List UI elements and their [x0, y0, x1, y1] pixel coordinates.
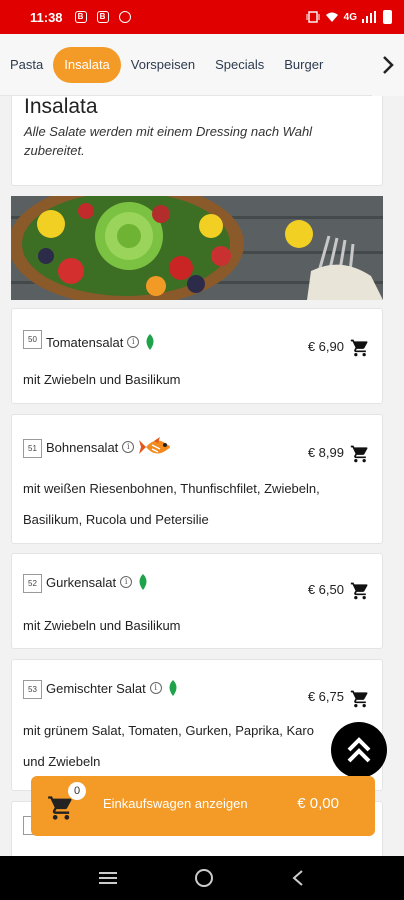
cart-total: € 0,00 [297, 795, 339, 812]
leaf-icon [139, 574, 147, 590]
item-description-line-2: Basilikum, Rucola und Petersilie [23, 512, 209, 527]
status-time: 11:38 [30, 9, 63, 25]
tab-vorspeisen[interactable]: Vorspeisen [121, 49, 205, 80]
item-description-line-1: mit grünem Salat, Tomaten, Gurken, Papri… [23, 723, 314, 738]
item-description-line-2: und Zwiebeln [23, 754, 101, 769]
back-icon[interactable] [290, 869, 306, 887]
notification-icon: B [96, 11, 109, 23]
item-name: Gurkensalat [46, 574, 117, 590]
chevron-right-icon [383, 56, 394, 74]
item-price: € 8,99 [307, 445, 344, 460]
menu-item-53[interactable]: 53 Gemischter Salat i € 6,75 mit grünem … [11, 659, 383, 791]
item-price: € 6,75 [307, 689, 344, 704]
item-price: € 6,90 [307, 339, 344, 354]
salad-illustration [11, 196, 383, 300]
menu-item-50[interactable]: 50 Tomatensalat i € 6,90 mit Zwiebeln un… [11, 308, 383, 404]
signal-icon [362, 11, 376, 23]
tab-pasta[interactable]: Pasta [0, 49, 53, 80]
item-price: € 6,50 [307, 582, 344, 597]
tabs-scroll-right-button[interactable] [372, 34, 404, 96]
item-name: Bohnensalat [46, 439, 119, 455]
item-description: mit Zwiebeln und Basilikum [23, 372, 181, 387]
salad-banner-image [11, 196, 383, 300]
item-number: 53 [23, 680, 42, 699]
info-icon[interactable]: i [127, 336, 140, 348]
item-number: 52 [23, 574, 42, 593]
leaf-icon [146, 334, 154, 350]
info-icon[interactable]: i [149, 682, 162, 694]
double-chevron-up-icon [347, 737, 371, 763]
cart-count-badge: 0 [68, 782, 86, 800]
info-icon[interactable]: i [122, 441, 135, 453]
vibrate-icon [306, 11, 320, 23]
item-name-row: Tomatensalat i [46, 333, 157, 351]
scroll-to-top-button[interactable] [331, 722, 387, 778]
wifi-icon [325, 12, 338, 22]
item-name: Tomatensalat [46, 334, 124, 350]
cart-label: Einkaufswagen anzeigen [103, 796, 248, 811]
menu-item-52[interactable]: 52 Gurkensalat i € 6,50 mit Zwiebeln und… [11, 553, 383, 649]
item-name-row: Bohnensalat i [46, 435, 176, 459]
status-right: 4G [306, 10, 392, 24]
item-description-line-1: mit weißen Riesenbohnen, Thunfischfilet,… [23, 481, 320, 496]
item-number: 50 [23, 330, 42, 349]
tab-burger[interactable]: Burger [274, 49, 333, 80]
tab-insalata[interactable]: Insalata [53, 46, 121, 83]
alarm-icon [118, 11, 131, 23]
section-subtitle: Alle Salate werden mit einem Dressing na… [24, 124, 313, 158]
info-icon[interactable]: i [120, 576, 133, 588]
item-name-row: Gurkensalat i [46, 573, 150, 591]
item-description: mit Zwiebeln und Basilikum [23, 618, 181, 633]
network-type: 4G [343, 11, 357, 23]
fish-icon [139, 437, 171, 454]
system-navigation-bar [0, 856, 404, 900]
add-to-cart-icon[interactable] [350, 581, 370, 601]
section-title: Insalata [24, 96, 98, 118]
recent-apps-icon[interactable] [98, 870, 118, 886]
view-cart-button[interactable]: 0 Einkaufswagen anzeigen € 0,00 [31, 776, 375, 836]
notification-icon: B [74, 11, 87, 23]
section-intro: Insalata Alle Salate werden mit einem Dr… [11, 96, 383, 186]
category-tabs: Pasta Insalata Vorspeisen Specials Burge… [0, 34, 404, 96]
item-name: Gemischter Salat [46, 680, 146, 696]
status-bar: 11:38 B B 4G [0, 0, 404, 34]
item-name-row: Gemischter Salat i [46, 679, 180, 697]
tab-specials[interactable]: Specials [205, 49, 274, 80]
battery-icon [383, 10, 392, 24]
menu-item-51[interactable]: 51 Bohnensalat i € 8,99 mit weißen Riese… [11, 414, 383, 544]
add-to-cart-icon[interactable] [350, 689, 370, 709]
add-to-cart-icon[interactable] [350, 444, 370, 464]
home-icon[interactable] [194, 868, 214, 888]
item-number: 51 [23, 439, 42, 458]
add-to-cart-icon[interactable] [350, 338, 370, 358]
leaf-icon [169, 680, 177, 696]
